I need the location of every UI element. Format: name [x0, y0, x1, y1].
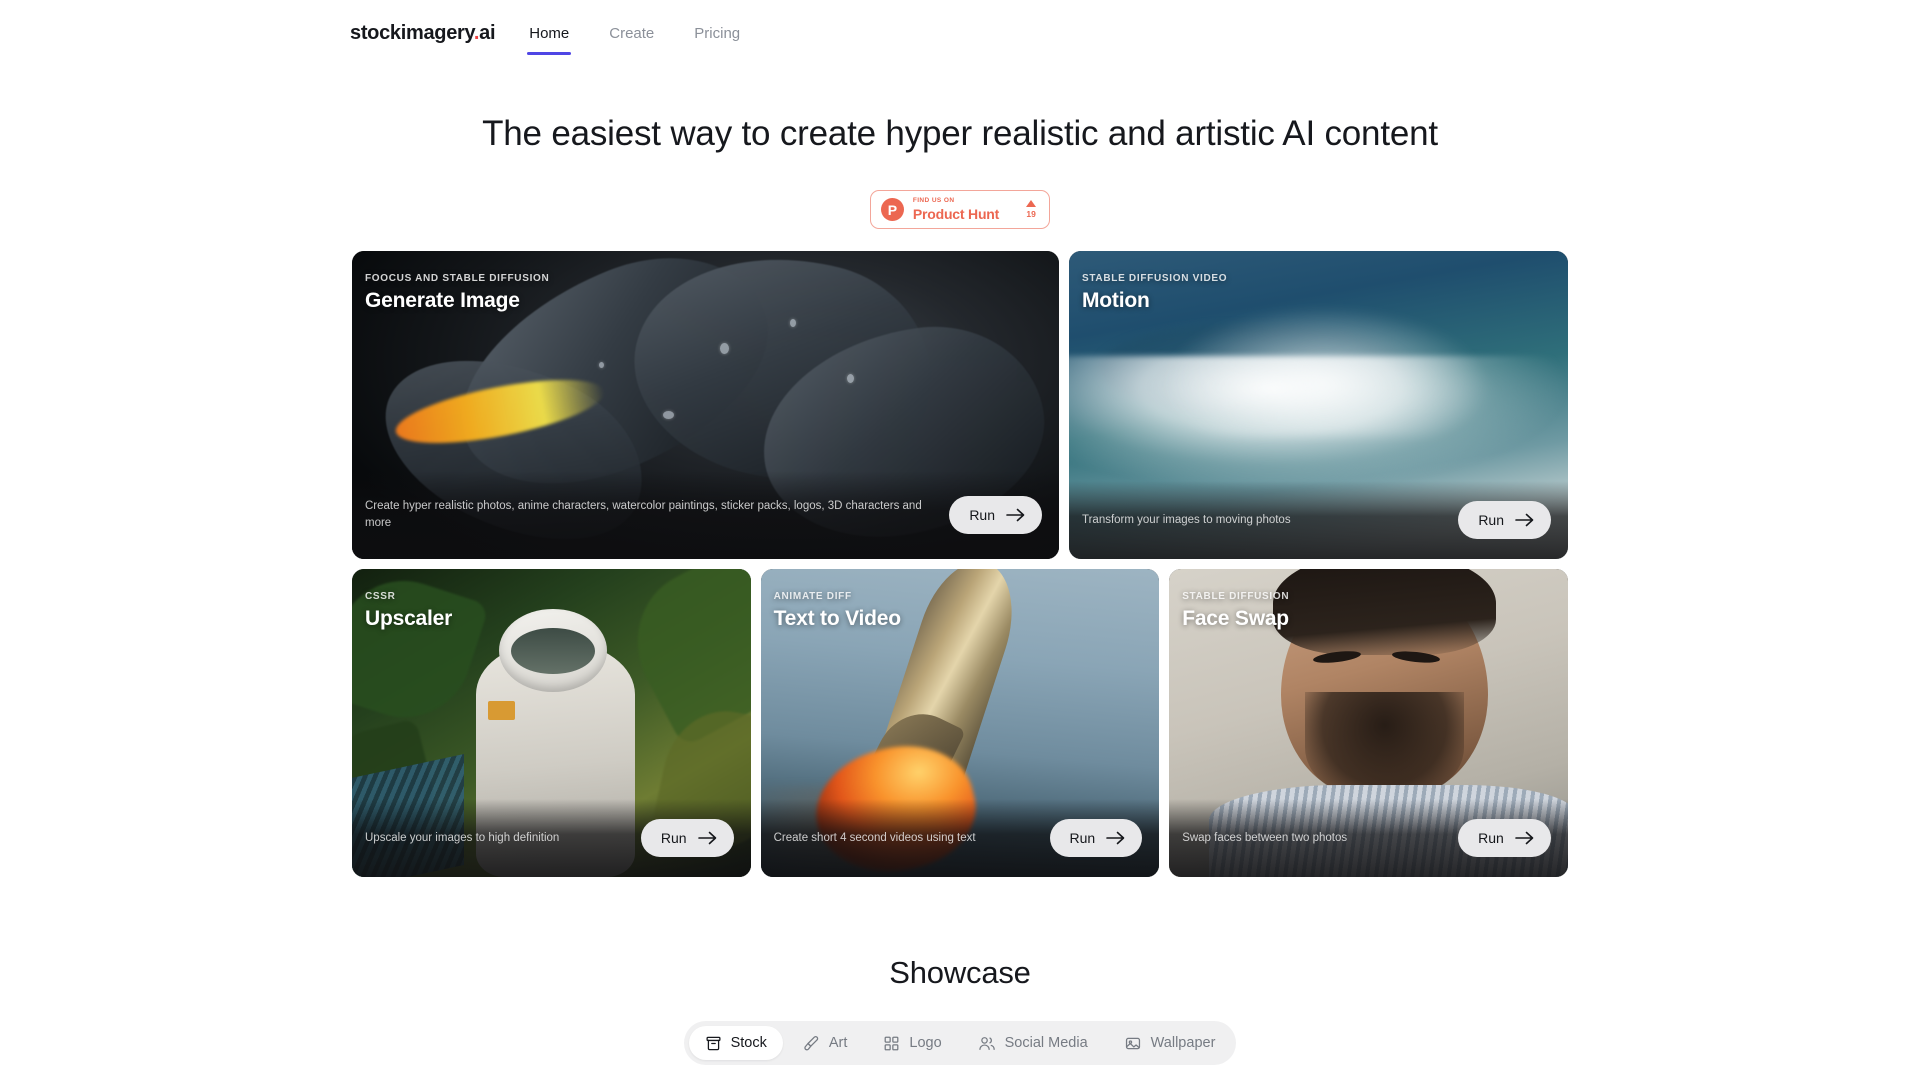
top-navbar: stockimagery.ai Home Create Pricing	[0, 0, 1920, 66]
card-footer: Transform your images to moving photos R…	[1069, 481, 1568, 559]
paint-brush-icon	[803, 1035, 820, 1052]
card-heading-group: ANIMATE DIFF Text to Video	[773, 591, 902, 631]
card-title: Text to Video	[773, 607, 902, 630]
nav-links: Home Create Pricing	[527, 0, 740, 66]
tab-stock[interactable]: Stock	[688, 1026, 783, 1060]
run-button-motion[interactable]: Run	[1458, 501, 1551, 539]
card-kicker: STABLE DIFFUSION	[1182, 591, 1290, 602]
arrow-right-icon	[1106, 831, 1125, 845]
showcase-tabs-container: Stock Art Logo Social Media Wallpaper	[0, 1021, 1920, 1065]
run-button-face-swap[interactable]: Run	[1458, 819, 1551, 857]
product-hunt-container: P FIND US ON Product Hunt 19	[0, 190, 1920, 229]
card-title: Generate Image	[365, 289, 520, 312]
card-heading-group: STABLE DIFFUSION Face Swap	[1182, 591, 1289, 631]
product-hunt-badge[interactable]: P FIND US ON Product Hunt 19	[869, 190, 1051, 229]
run-button-label: Run	[660, 830, 687, 846]
nav-item-home[interactable]: Home	[527, 0, 572, 66]
feature-card-generate-image[interactable]: FOOCUS AND STABLE DIFFUSION Generate Ima…	[352, 251, 1059, 559]
brand-name: stockimagery	[350, 21, 474, 44]
showcase-heading: Showcase	[889, 955, 1031, 990]
tab-label: Stock	[730, 1035, 767, 1051]
users-icon	[978, 1035, 996, 1052]
arrow-right-icon	[1006, 508, 1025, 522]
card-footer: Create hyper realistic photos, anime cha…	[352, 471, 1059, 559]
nav-item-create[interactable]: Create	[609, 0, 654, 66]
tab-logo[interactable]: Logo	[867, 1026, 957, 1060]
tab-label: Logo	[909, 1035, 942, 1051]
product-hunt-vote-count: 19	[1026, 209, 1036, 220]
grid-squares-icon	[883, 1035, 900, 1052]
product-hunt-kicker: FIND US ON	[912, 197, 955, 205]
brand-tld: ai	[479, 21, 496, 44]
card-footer: Upscale your images to high definition R…	[352, 799, 751, 877]
card-description: Create short 4 second videos using text	[773, 831, 976, 844]
card-title: Motion	[1082, 289, 1150, 312]
card-kicker: STABLE DIFFUSION VIDEO	[1082, 273, 1228, 284]
run-button-label: Run	[1478, 512, 1504, 528]
card-kicker: ANIMATE DIFF	[773, 591, 852, 602]
card-footer: Create short 4 second videos using text …	[760, 799, 1160, 877]
feature-card-face-swap[interactable]: STABLE DIFFUSION Face Swap Swap faces be…	[1169, 569, 1568, 877]
card-footer: Swap faces between two photos Run	[1169, 799, 1568, 877]
run-button-label: Run	[969, 507, 995, 523]
arrow-right-icon	[1514, 831, 1534, 845]
product-hunt-name: Product Hunt	[912, 205, 1000, 222]
run-button-upscaler[interactable]: Run	[640, 819, 734, 857]
card-description: Create hyper realistic photos, anime cha…	[365, 500, 922, 529]
card-heading-group: FOOCUS AND STABLE DIFFUSION Generate Ima…	[365, 273, 549, 313]
product-hunt-logo-icon: P	[880, 198, 904, 221]
tab-wallpaper[interactable]: Wallpaper	[1108, 1026, 1232, 1060]
card-row-1: FOOCUS AND STABLE DIFFUSION Generate Ima…	[352, 251, 1568, 559]
arrow-right-icon	[1515, 513, 1534, 527]
card-heading-group: STABLE DIFFUSION VIDEO Motion	[1082, 273, 1227, 313]
nav-item-pricing[interactable]: Pricing	[694, 0, 740, 66]
run-button-text-to-video[interactable]: Run	[1049, 819, 1143, 857]
card-kicker: CSSR	[365, 591, 396, 602]
archive-box-icon	[705, 1035, 722, 1052]
card-description: Upscale your images to high definition	[365, 831, 560, 844]
tab-social-media[interactable]: Social Media	[962, 1026, 1104, 1060]
feature-card-text-to-video[interactable]: ANIMATE DIFF Text to Video Create short …	[760, 569, 1160, 877]
product-hunt-upvote[interactable]: 19	[1026, 200, 1037, 220]
showcase-tabs: Stock Art Logo Social Media Wallpaper	[683, 1021, 1237, 1065]
triangle-up-icon	[1026, 200, 1037, 208]
image-icon	[1124, 1035, 1142, 1052]
hero-headline: The easiest way to create hyper realisti…	[482, 114, 1438, 153]
tab-label: Art	[828, 1035, 848, 1051]
card-row-2: CSSR Upscaler Upscale your images to hig…	[352, 569, 1568, 877]
product-hunt-text: FIND US ON Product Hunt	[913, 198, 999, 221]
run-button-generate-image[interactable]: Run	[949, 496, 1042, 534]
card-title: Upscaler	[365, 607, 453, 630]
arrow-right-icon	[697, 831, 717, 845]
feature-card-motion[interactable]: STABLE DIFFUSION VIDEO Motion Transform …	[1069, 251, 1568, 559]
run-button-label: Run	[1069, 830, 1096, 846]
card-kicker: FOOCUS AND STABLE DIFFUSION	[365, 273, 550, 284]
feature-card-grid: FOOCUS AND STABLE DIFFUSION Generate Ima…	[352, 251, 1568, 877]
run-button-label: Run	[1478, 830, 1504, 846]
tab-label: Social Media	[1004, 1035, 1088, 1051]
card-heading-group: CSSR Upscaler	[365, 591, 452, 631]
card-description: Transform your images to moving photos	[1082, 513, 1291, 526]
card-title: Face Swap	[1182, 607, 1289, 630]
card-description: Swap faces between two photos	[1182, 831, 1348, 844]
brand-logo[interactable]: stockimagery.ai	[350, 21, 496, 45]
tab-label: Wallpaper	[1150, 1035, 1216, 1051]
feature-card-upscaler[interactable]: CSSR Upscaler Upscale your images to hig…	[352, 569, 751, 877]
tab-art[interactable]: Art	[787, 1026, 864, 1060]
